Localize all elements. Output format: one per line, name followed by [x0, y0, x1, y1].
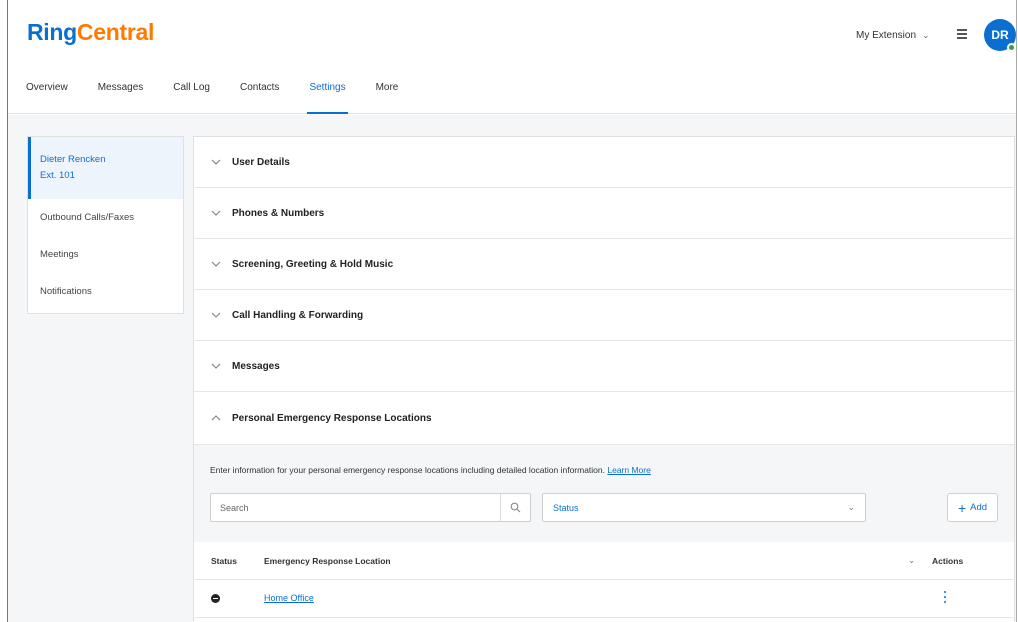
section-phones-numbers[interactable]: Phones & Numbers — [194, 188, 1014, 239]
window-right-border — [1016, 0, 1017, 622]
chevron-down-icon[interactable]: ⌄ — [908, 555, 915, 566]
chevron-down-icon — [211, 210, 221, 216]
section-title: Call Handling & Forwarding — [232, 309, 364, 321]
section-title: Phones & Numbers — [232, 207, 325, 219]
section-messages[interactable]: Messages — [194, 341, 1014, 392]
emergency-locations-body: Enter information for your personal emer… — [194, 445, 1014, 542]
settings-panel: User Details Phones & Numbers Screening,… — [193, 136, 1015, 622]
tab-settings[interactable]: Settings — [307, 78, 348, 114]
section-call-handling[interactable]: Call Handling & Forwarding — [194, 290, 1014, 341]
sidebar-item-outbound-calls[interactable]: Outbound Calls/Faxes — [28, 199, 183, 236]
status-filter-value: Status — [553, 502, 579, 513]
chevron-down-icon: ⌄ — [922, 30, 930, 40]
main-nav: Overview Messages Call Log Contacts Sett… — [26, 78, 428, 114]
status-filter-select[interactable]: Status ⌄ — [542, 493, 866, 522]
chevron-up-icon — [211, 415, 221, 421]
presence-online-icon — [1007, 43, 1016, 52]
tab-messages[interactable]: Messages — [98, 78, 144, 114]
chevron-down-icon — [211, 363, 221, 369]
avatar-initials: DR — [991, 28, 1009, 42]
chevron-down-icon — [211, 261, 221, 267]
tab-overview[interactable]: Overview — [26, 78, 68, 114]
sidebar-user-name: Dieter Rencken — [40, 154, 106, 165]
app-menu-icon[interactable] — [955, 27, 969, 41]
tab-contacts[interactable]: Contacts — [240, 78, 279, 114]
sidebar-user-ext: Ext. 101 — [40, 170, 75, 181]
erl-description-text: Enter information for your personal emer… — [210, 465, 605, 475]
learn-more-link[interactable]: Learn More — [607, 465, 650, 475]
sidebar-item-user[interactable]: Dieter Rencken Ext. 101 — [28, 137, 183, 199]
chevron-down-icon — [211, 312, 221, 318]
logo-part-ring: Ring — [27, 19, 77, 45]
section-emergency-locations[interactable]: Personal Emergency Response Locations — [194, 392, 1014, 445]
my-extension-dropdown[interactable]: My Extension ⌄ — [856, 30, 930, 41]
add-location-button[interactable]: + Add — [947, 493, 998, 522]
section-title: Personal Emergency Response Locations — [232, 412, 432, 424]
section-user-details[interactable]: User Details — [194, 137, 1014, 188]
tab-more[interactable]: More — [376, 78, 399, 114]
ringcentral-logo[interactable]: RingCentral — [27, 19, 154, 46]
erl-description: Enter information for your personal emer… — [210, 465, 651, 475]
section-title: User Details — [232, 156, 290, 168]
section-screening-greeting[interactable]: Screening, Greeting & Hold Music — [194, 239, 1014, 290]
location-link[interactable]: Home Office — [264, 593, 314, 603]
settings-sidebar: Dieter Rencken Ext. 101 Outbound Calls/F… — [27, 136, 184, 314]
more-actions-icon[interactable] — [942, 591, 948, 605]
search-input[interactable]: Search — [210, 493, 531, 522]
status-disabled-icon — [211, 594, 220, 603]
sidebar-item-meetings[interactable]: Meetings — [28, 236, 183, 273]
tab-call-log[interactable]: Call Log — [173, 78, 210, 114]
chevron-down-icon: ⌄ — [847, 502, 855, 512]
search-placeholder: Search — [220, 502, 249, 513]
plus-icon: + — [957, 499, 967, 516]
search-icon[interactable] — [500, 494, 530, 521]
column-location[interactable]: Emergency Response Location — [264, 556, 391, 566]
sidebar-item-notifications[interactable]: Notifications — [28, 273, 183, 310]
section-title: Screening, Greeting & Hold Music — [232, 258, 394, 270]
add-label: Add — [970, 502, 988, 513]
table-row: Home Office — [194, 580, 1014, 618]
logo-part-central: Central — [76, 19, 155, 45]
column-actions: Actions — [932, 555, 964, 566]
column-status[interactable]: Status — [211, 556, 237, 566]
section-title: Messages — [232, 360, 280, 372]
app-header: RingCentral My Extension ⌄ DR Overview M… — [8, 0, 1016, 114]
chevron-down-icon — [211, 159, 221, 165]
my-extension-label: My Extension — [856, 30, 917, 41]
table-header: Status Emergency Response Location ⌄ Act… — [194, 542, 1014, 580]
